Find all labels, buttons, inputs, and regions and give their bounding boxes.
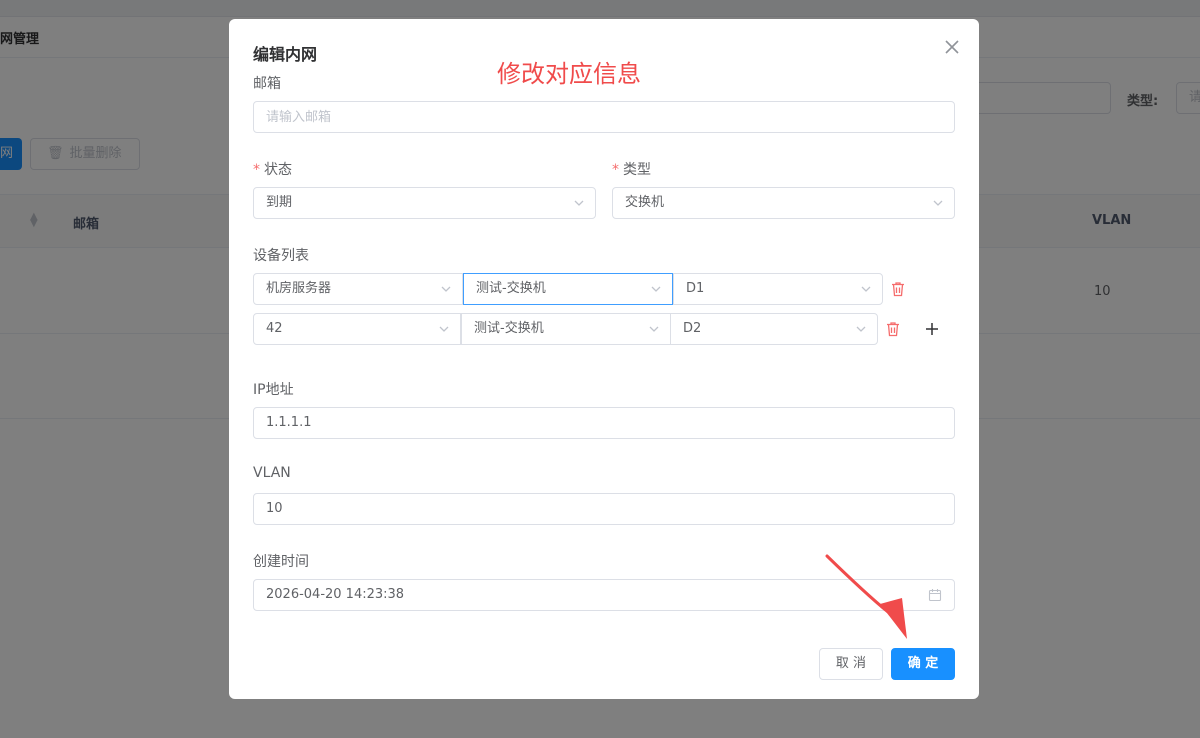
annotation-text: 修改对应信息 bbox=[497, 60, 641, 88]
chevron-down-icon bbox=[574, 200, 584, 206]
chevron-down-icon bbox=[649, 326, 659, 332]
email-label: 邮箱 bbox=[253, 76, 281, 92]
calendar-icon bbox=[928, 589, 942, 602]
device-port-value: D2 bbox=[683, 321, 702, 336]
status-select[interactable]: 到期 bbox=[253, 187, 596, 219]
type-select[interactable]: 交换机 bbox=[612, 187, 955, 219]
delete-row-icon[interactable] bbox=[890, 281, 906, 297]
device-port-value: D1 bbox=[686, 281, 705, 296]
device-room-select[interactable]: 42 bbox=[253, 313, 461, 345]
type-value: 交换机 bbox=[625, 195, 665, 210]
chevron-down-icon bbox=[933, 200, 943, 206]
created-time-value: 2026-04-20 14:23:38 bbox=[266, 587, 405, 602]
vlan-input[interactable]: 10 bbox=[253, 493, 955, 525]
device-list-label: 设备列表 bbox=[253, 248, 309, 264]
chevron-down-icon bbox=[651, 286, 661, 292]
required-mark: * bbox=[612, 162, 619, 178]
ip-label: IP地址 bbox=[253, 382, 294, 398]
type-label: * 类型 bbox=[612, 159, 651, 179]
device-name-select[interactable]: 测试-交换机 bbox=[461, 313, 671, 345]
chevron-down-icon bbox=[441, 286, 451, 292]
confirm-button[interactable]: 确 定 bbox=[891, 648, 955, 680]
created-time-label: 创建时间 bbox=[253, 554, 309, 570]
device-room-select[interactable]: 机房服务器 bbox=[253, 273, 463, 305]
edit-intranet-dialog: 编辑内网 修改对应信息 邮箱 *状态 到期 *类型 交换机 设备列表 机房服务器… bbox=[229, 19, 979, 699]
status-label: * 状态 bbox=[253, 159, 292, 179]
cancel-button[interactable]: 取 消 bbox=[819, 648, 883, 680]
device-port-select[interactable]: D2 bbox=[670, 313, 878, 345]
ip-input[interactable]: 1.1.1.1 bbox=[253, 407, 955, 439]
dialog-title: 编辑内网 bbox=[253, 45, 318, 64]
chevron-down-icon bbox=[439, 326, 449, 332]
type-label-text: 类型 bbox=[623, 162, 651, 178]
email-input[interactable] bbox=[253, 101, 955, 133]
delete-row-icon[interactable] bbox=[885, 321, 901, 337]
device-name-select[interactable]: 测试-交换机 bbox=[463, 273, 673, 305]
created-time-picker[interactable]: 2026-04-20 14:23:38 bbox=[253, 579, 955, 611]
device-port-select[interactable]: D1 bbox=[673, 273, 883, 305]
required-mark: * bbox=[253, 162, 260, 178]
chevron-down-icon bbox=[861, 286, 871, 292]
device-room-value: 42 bbox=[266, 321, 283, 336]
device-name-value: 测试-交换机 bbox=[474, 321, 544, 336]
vlan-label: VLAN bbox=[253, 465, 291, 481]
close-icon[interactable] bbox=[942, 37, 962, 57]
device-name-value: 测试-交换机 bbox=[476, 281, 546, 296]
device-room-value: 机房服务器 bbox=[266, 281, 332, 296]
add-row-icon[interactable] bbox=[924, 321, 940, 337]
status-label-text: 状态 bbox=[264, 162, 292, 178]
status-value: 到期 bbox=[266, 195, 293, 210]
chevron-down-icon bbox=[856, 326, 866, 332]
